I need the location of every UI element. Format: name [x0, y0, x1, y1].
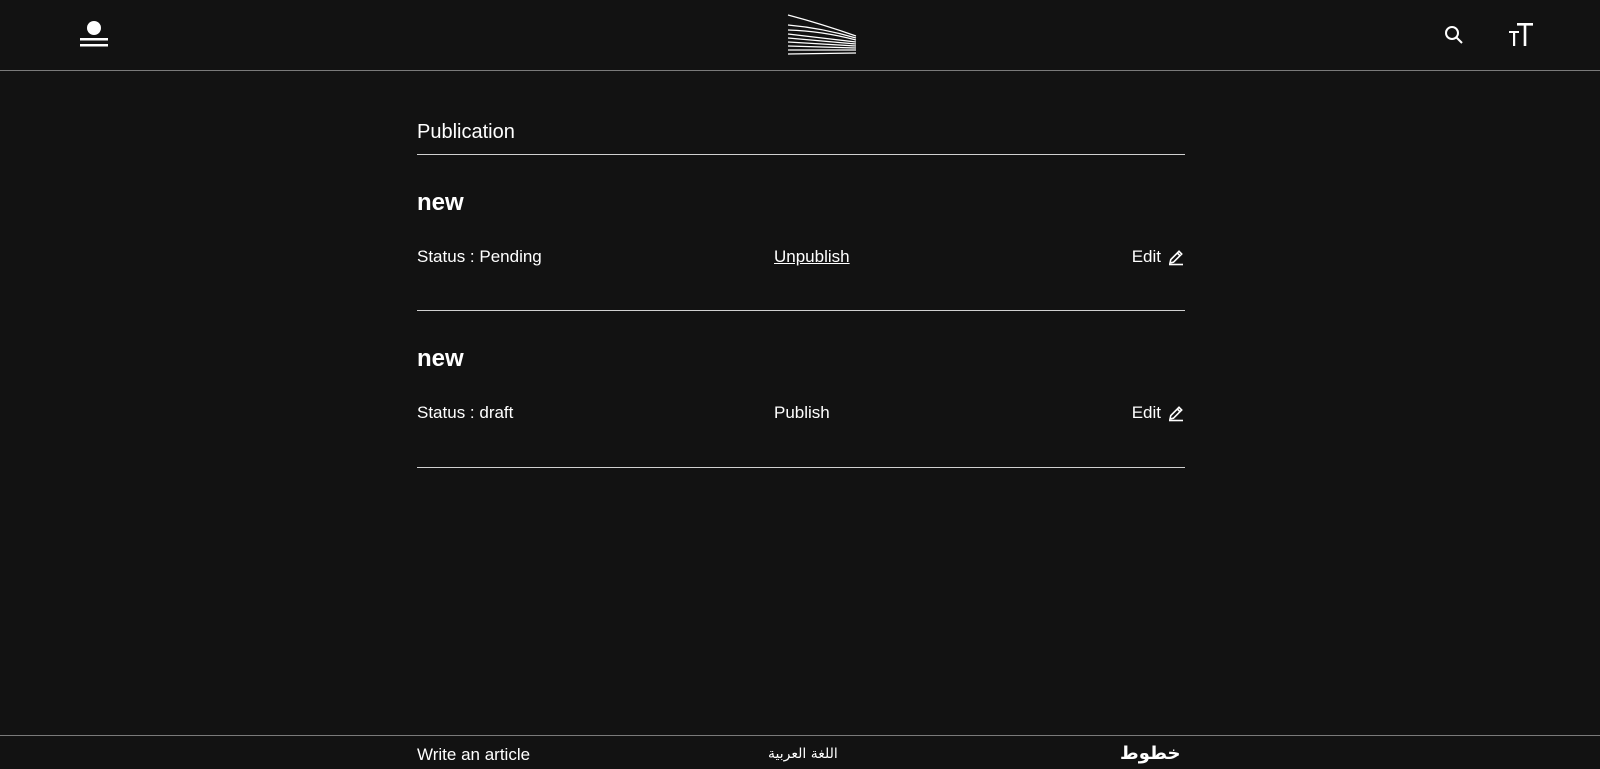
- edit-label: Edit: [1131, 403, 1161, 422]
- arabic-language-link[interactable]: اللغة العربية: [768, 745, 838, 763]
- unpublish-button[interactable]: Unpublish: [774, 247, 850, 267]
- article-row: new Status : Pending Unpublish Edit: [417, 155, 1185, 311]
- write-article-link[interactable]: Write an article: [417, 745, 530, 765]
- publish-button[interactable]: Publish: [774, 403, 830, 423]
- article-status: Status : Pending: [417, 247, 542, 266]
- logo-icon[interactable]: [787, 14, 857, 56]
- edit-label: Edit: [1131, 247, 1161, 266]
- search-icon[interactable]: [1444, 25, 1464, 45]
- footer: Write an article اللغة العربية خطوط: [0, 735, 1600, 769]
- footer-logo[interactable]: خطوط: [1120, 744, 1181, 764]
- section-title: Publication: [417, 120, 1185, 155]
- edit-button[interactable]: Edit: [1132, 403, 1185, 423]
- article-row: new Status : draft Publish Edit: [417, 311, 1185, 468]
- edit-button[interactable]: Edit: [1132, 247, 1185, 267]
- text-size-icon[interactable]: [1508, 22, 1534, 48]
- top-header: [0, 0, 1600, 71]
- pencil-icon: [1168, 406, 1183, 422]
- user-icon[interactable]: [80, 20, 108, 50]
- article-title[interactable]: new: [417, 189, 464, 217]
- article-title[interactable]: new: [417, 345, 464, 373]
- article-status: Status : draft: [417, 403, 514, 422]
- publication-main: Publication new Status : Pending Unpubli…: [417, 120, 1185, 468]
- pencil-icon: [1168, 250, 1183, 266]
